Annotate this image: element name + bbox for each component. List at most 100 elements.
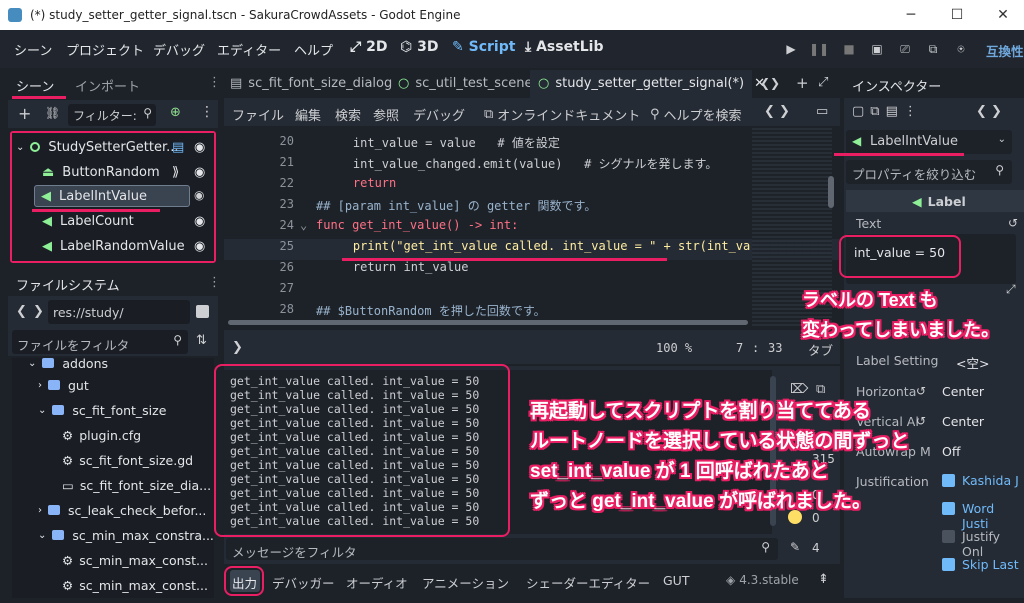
fold-arrow-icon[interactable]: ⌄ xyxy=(300,218,307,232)
info-count[interactable]: 4 xyxy=(812,541,820,555)
code-hscrollbar[interactable] xyxy=(228,320,748,325)
bottom-tab-debugger[interactable]: デバッガー xyxy=(272,573,335,592)
toggle-split-icon[interactable] xyxy=(196,305,209,318)
play-custom-icon[interactable]: ⧉ xyxy=(924,40,942,58)
distraction-free-icon[interactable]: ⤢ xyxy=(818,75,828,90)
visibility-icon[interactable]: ◉ xyxy=(194,165,205,180)
bottom-tab-animation[interactable]: アニメーション xyxy=(422,573,509,592)
import-tab[interactable]: インポート xyxy=(75,76,140,95)
halign-value[interactable]: Center xyxy=(942,384,984,399)
dock-menu-icon[interactable]: ⋮ xyxy=(208,75,221,90)
visibility-icon[interactable]: ◉ xyxy=(194,214,205,229)
warning-count[interactable]: 0 xyxy=(812,511,820,525)
fs-folder-min-max[interactable]: ⌄ sc_min_max_constra... xyxy=(38,524,214,546)
inspector-history-icon[interactable]: ❮ ❯ xyxy=(976,104,1002,119)
script-menu-search[interactable]: 検索 xyxy=(335,105,361,124)
valign-value[interactable]: Center xyxy=(942,414,984,429)
movie-maker-icon[interactable]: ⍟ xyxy=(952,40,970,58)
instance-scene-icon[interactable]: ⊕ xyxy=(170,105,181,120)
remote-debug-icon[interactable]: ▣ xyxy=(868,40,886,58)
tree-node-root[interactable]: ⌄ StudySetterGetter... ▤ ◉ xyxy=(12,136,212,158)
search-help-button[interactable]: ⚲ ヘルプを検索 xyxy=(650,105,742,124)
workspace-assetlib-button[interactable]: ⤓ AssetLib xyxy=(525,39,604,55)
fs-file-gd[interactable]: ⚙ sc_fit_font_size.gd xyxy=(62,449,193,471)
renderer-label[interactable]: 互換性 xyxy=(986,41,1024,60)
path-field[interactable]: res://study/ xyxy=(48,300,190,324)
menu-debug[interactable]: デバッグ xyxy=(153,40,205,59)
fs-file-dialog[interactable]: ▭ sc_fit_font_size_dia... xyxy=(62,474,211,496)
script-tab-1[interactable]: ▤ sc_fit_font_size_dialog xyxy=(230,76,392,91)
visibility-icon[interactable]: ◉ xyxy=(194,239,205,254)
revert-icon[interactable]: ↺ xyxy=(916,414,926,428)
tree-node-buttonrandom[interactable]: ⏏ ButtonRandom ⟫ ◉ xyxy=(12,161,212,183)
tab-scroll-icon[interactable]: ❮❯ xyxy=(760,76,780,90)
script-tab-3[interactable]: ○ study_setter_getter_signal(*) ✕ xyxy=(538,76,765,91)
visibility-icon[interactable]: ◉ xyxy=(194,140,205,155)
fs-file-min-max-2[interactable]: ⚙ sc_min_max_const... xyxy=(62,574,208,596)
stop-icon[interactable]: ■ xyxy=(840,40,858,58)
menu-scene[interactable]: シーン xyxy=(14,40,52,59)
minimize-button[interactable]: ─ xyxy=(888,0,934,30)
code-scrollbar[interactable] xyxy=(828,176,834,208)
link-icon[interactable]: ⛓ xyxy=(45,106,60,120)
scene-filter-input[interactable]: フィルター: ⚲ xyxy=(68,104,156,126)
fs-file-min-max-1[interactable]: ⚙ sc_min_max_const... xyxy=(62,549,208,571)
workspace-2d-button[interactable]: ⤢ 2D xyxy=(350,39,387,55)
copy-output-icon[interactable]: ⧉ xyxy=(816,382,825,397)
script-icon[interactable]: ▤ xyxy=(172,140,184,155)
pause-icon[interactable]: ❚❚ xyxy=(809,40,829,58)
bottom-tab-gut[interactable]: GUT xyxy=(663,573,689,588)
flag-checkbox-2[interactable] xyxy=(942,530,955,543)
menu-help[interactable]: ヘルプ xyxy=(294,40,333,59)
fs-folder-leak-check[interactable]: › sc_leak_check_befor... xyxy=(38,499,206,521)
script-menu-debug[interactable]: デバッグ xyxy=(413,105,465,124)
signal-icon[interactable]: ⟫ xyxy=(172,165,179,180)
fs-folder-addons[interactable]: ⌄ addons xyxy=(28,358,108,374)
revert-icon[interactable]: ↺ xyxy=(916,384,926,398)
zoom-level[interactable]: 100 % xyxy=(656,341,692,355)
script-tab-2[interactable]: ○ sc_util_test_scene xyxy=(398,76,532,91)
tree-node-labelrandomvalue[interactable]: ◀ LabelRandomValue ◉ xyxy=(12,235,212,257)
workspace-3d-button[interactable]: ⌬ 3D xyxy=(400,39,438,55)
autowrap-value[interactable]: Off xyxy=(942,444,960,459)
menu-editor[interactable]: エディター xyxy=(217,40,281,59)
flag-checkbox-0[interactable] xyxy=(942,474,955,487)
flag-checkbox-1[interactable] xyxy=(942,502,955,515)
clear-output-icon[interactable]: ⌦ xyxy=(790,382,808,397)
toggle-panel-icon[interactable]: ▭ xyxy=(816,104,828,119)
bottom-tab-shader[interactable]: シェーダーエディター xyxy=(526,573,650,592)
workspace-script-button[interactable]: ✎ Script xyxy=(452,39,515,55)
script-menu-goto[interactable]: 参照 xyxy=(373,105,399,124)
property-filter-input[interactable]: プロパティを絞り込む ⚲ xyxy=(846,160,1012,184)
info-filter-icon[interactable]: ✎ xyxy=(790,540,800,554)
expand-panel-icon[interactable]: ⇞ xyxy=(818,572,829,587)
fs-folder-gut[interactable]: › gut xyxy=(38,374,89,396)
script-menu-edit[interactable]: 編集 xyxy=(295,105,321,124)
tree-node-labelintvalue[interactable]: ◀ LabelIntValue xyxy=(34,185,190,207)
fs-folder-sc-fit-font-size[interactable]: ⌄ sc_fit_font_size xyxy=(38,399,166,421)
add-tab-icon[interactable]: + xyxy=(796,74,809,92)
back-arrow-icon[interactable]: ❮ xyxy=(16,304,27,319)
visibility-icon[interactable]: ◉ xyxy=(194,188,204,202)
inspector-toolbar-icons[interactable]: ▢⧉▤⋮ xyxy=(852,104,923,119)
forward-arrow-icon[interactable]: ❯ xyxy=(33,304,44,319)
tree-node-labelcount[interactable]: ◀ LabelCount ◉ xyxy=(12,210,212,232)
output-filter-input[interactable]: メッセージをフィルタ ⚲ xyxy=(226,538,778,560)
menu-project[interactable]: プロジェクト xyxy=(66,40,144,59)
scene-options-icon[interactable]: ⋮ xyxy=(200,104,214,120)
maximize-button[interactable]: ☐ xyxy=(934,0,980,30)
toggle-scripts-panel-icon[interactable]: ❯ xyxy=(232,340,243,355)
indent-mode[interactable]: タブ xyxy=(808,340,833,359)
add-node-icon[interactable]: + xyxy=(18,104,31,123)
script-menu-file[interactable]: ファイル xyxy=(232,105,284,124)
fs-file-plugin-cfg[interactable]: ⚙ plugin.cfg xyxy=(62,424,141,446)
play-icon[interactable]: ▶ xyxy=(782,40,800,58)
revert-icon[interactable]: ↺ xyxy=(1008,216,1018,230)
bottom-tab-audio[interactable]: オーディオ xyxy=(346,573,408,592)
online-docs-link[interactable]: ⧉ オンラインドキュメント xyxy=(484,105,640,124)
play-scene-icon[interactable]: ⎚ xyxy=(896,40,914,58)
scene-tab[interactable]: シーン xyxy=(16,76,54,95)
history-nav-icon[interactable]: ❮ ❯ xyxy=(764,104,790,119)
inspected-node-select[interactable]: ◀ LabelIntValue ⌄ xyxy=(846,130,1012,154)
code-editor[interactable]: 20 int_value = value # 値を設定 21 int_value… xyxy=(224,128,840,328)
